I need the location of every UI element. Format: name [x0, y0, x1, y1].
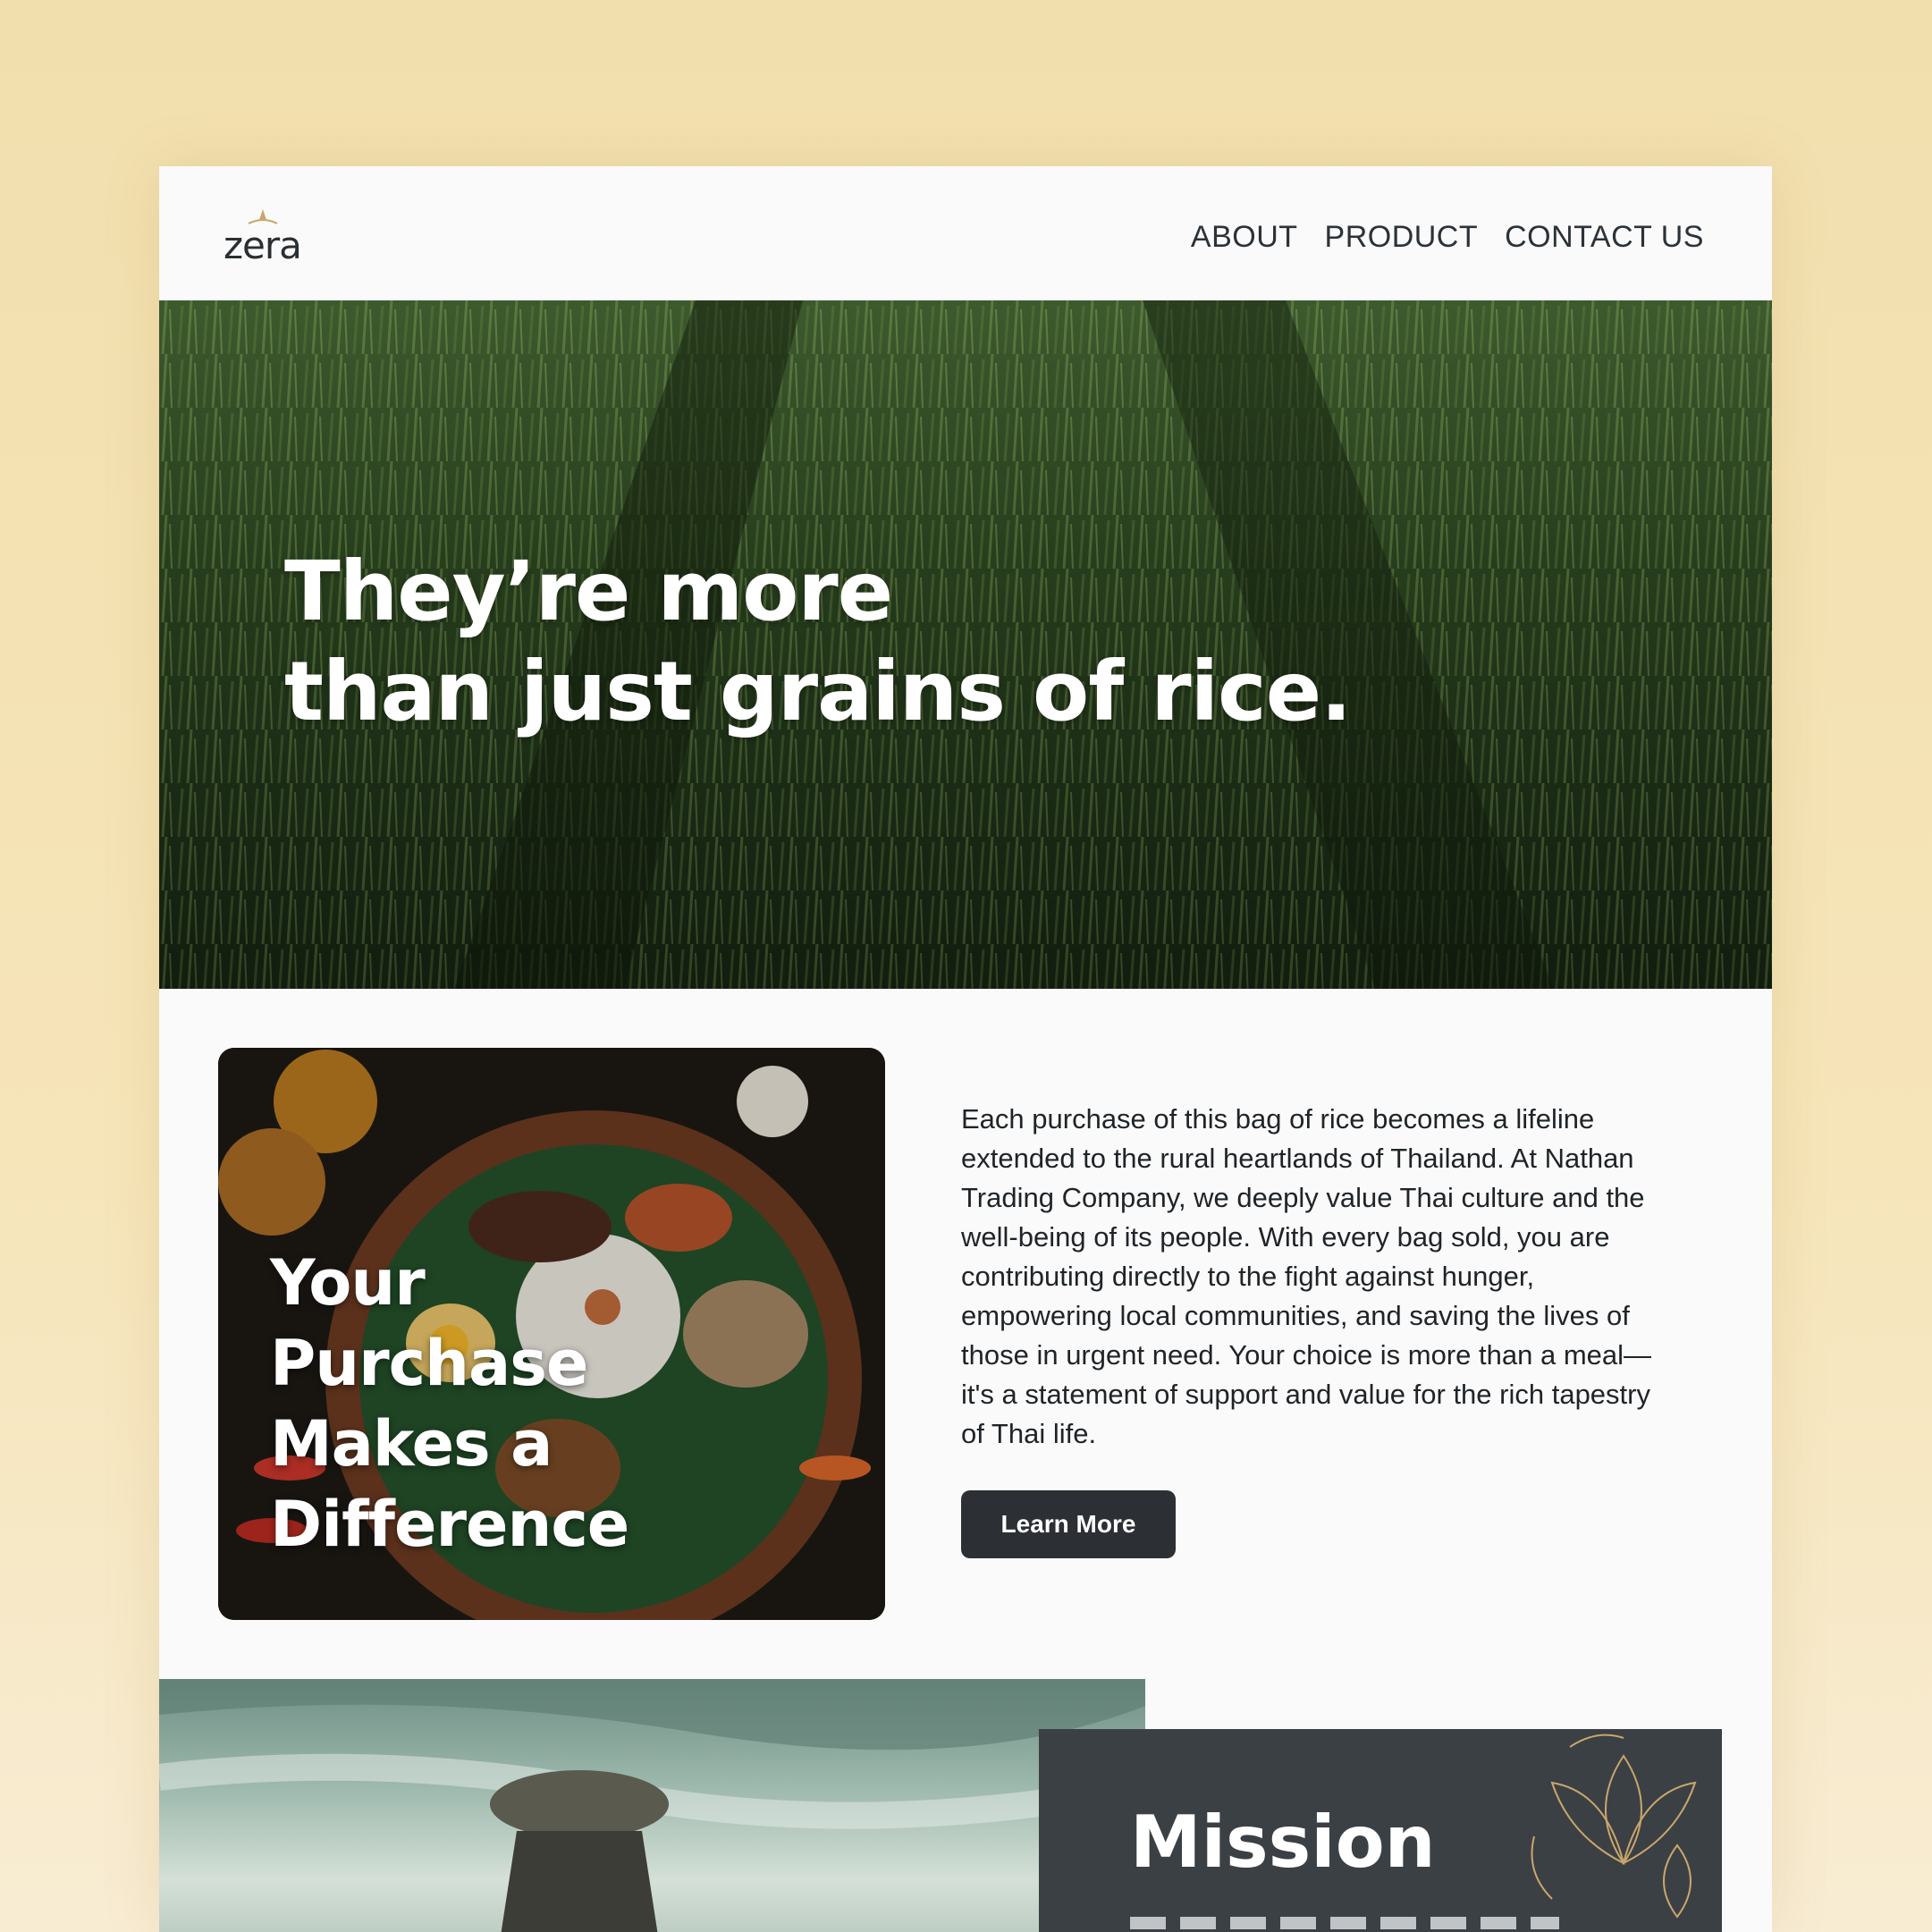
website-frame: zera ABOUT PRODUCT CONTACT US They’re mo… [159, 166, 1772, 1932]
nav-product[interactable]: PRODUCT [1325, 220, 1479, 255]
lotus-flower-icon [1531, 1734, 1697, 1919]
purchase-heading-line-1: Your [270, 1246, 426, 1320]
main-nav: ABOUT PRODUCT CONTACT US [1191, 220, 1704, 255]
site-header: zera ABOUT PRODUCT CONTACT US [159, 166, 1772, 300]
nav-about[interactable]: ABOUT [1191, 220, 1298, 255]
hero-line-1: They’re more [284, 544, 893, 639]
purchase-heading: Your Purchase Makes a Difference [270, 1243, 629, 1565]
hero-banner: They’re more than just grains of rice. [159, 300, 1772, 989]
logo[interactable]: zera [224, 204, 309, 267]
learn-more-button[interactable]: Learn More [961, 1490, 1176, 1558]
mission-heading: Mission [1130, 1801, 1436, 1884]
purchase-heading-line-2: Purchase [270, 1327, 588, 1400]
logo-text: zera [224, 224, 302, 267]
hero-line-2: than just grains of rice. [284, 644, 1352, 739]
mission-panel: Mission [1039, 1729, 1722, 1932]
purchase-heading-line-4: Difference [270, 1488, 629, 1561]
purchase-image-card: Your Purchase Makes a Difference [218, 1048, 885, 1620]
nav-contact-us[interactable]: CONTACT US [1505, 220, 1704, 255]
purchase-description: Each purchase of this bag of rice become… [961, 1103, 1652, 1449]
mission-text-cut-off [1130, 1917, 1559, 1929]
hero-headline: They’re more than just grains of rice. [284, 542, 1352, 742]
farmer-photo [159, 1679, 1145, 1932]
farmer-image [159, 1679, 1145, 1932]
purchase-heading-line-3: Makes a [270, 1407, 553, 1481]
